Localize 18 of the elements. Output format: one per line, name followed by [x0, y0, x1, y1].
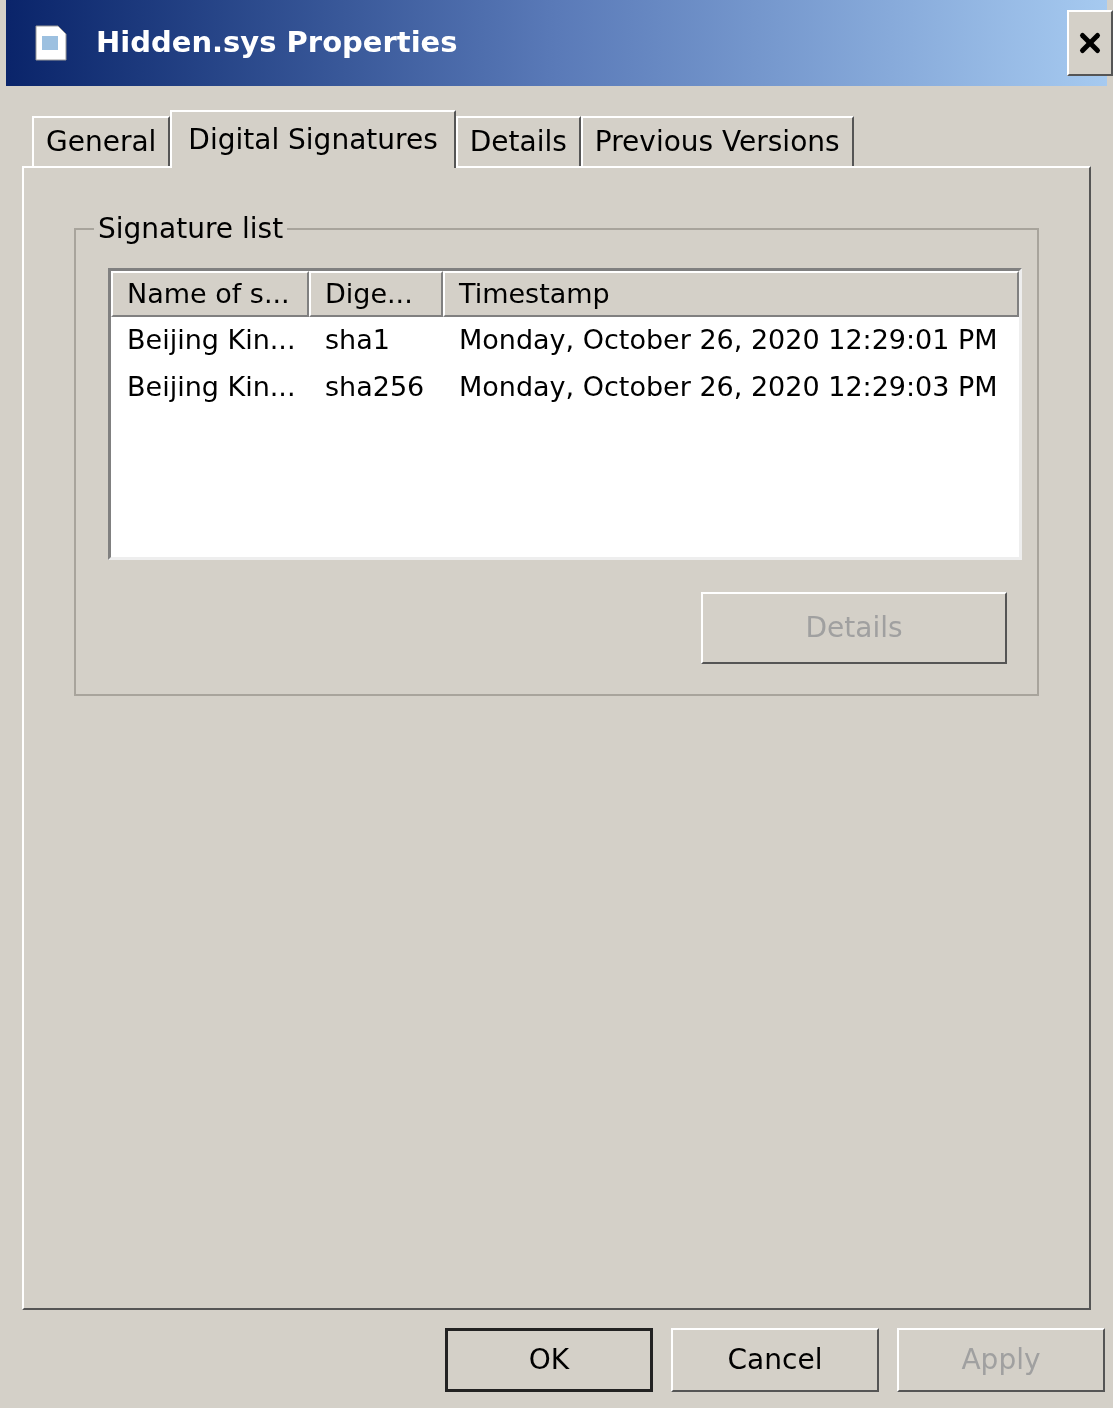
table-cell-text: sha1 — [324, 323, 391, 358]
dialog-button[interactable]: Cancel — [671, 1328, 879, 1392]
dialog-button[interactable]: OK — [445, 1328, 653, 1392]
table-cell-text: Monday, October 26, 2020 12:29:01 PM — [458, 323, 999, 358]
window-title: Hidden.sys Properties — [96, 24, 458, 62]
file-icon — [34, 24, 68, 62]
column-header[interactable]: Timestamp — [443, 271, 1019, 317]
table-cell-text: Beijing Kin... — [126, 370, 297, 405]
column-header[interactable]: Dige... — [309, 271, 443, 317]
table-cell-text: Beijing Kin... — [126, 323, 297, 358]
tab[interactable]: Details — [455, 116, 581, 166]
close-button[interactable] — [1067, 10, 1113, 76]
table-cell-text: Monday, October 26, 2020 12:29:03 PM — [458, 370, 999, 405]
tab[interactable]: Digital Signatures — [170, 110, 456, 168]
tab[interactable]: General — [32, 116, 171, 166]
table-cell-text: sha256 — [324, 370, 426, 405]
tab[interactable]: Previous Versions — [580, 116, 854, 166]
column-header[interactable]: Name of s... — [111, 271, 309, 317]
